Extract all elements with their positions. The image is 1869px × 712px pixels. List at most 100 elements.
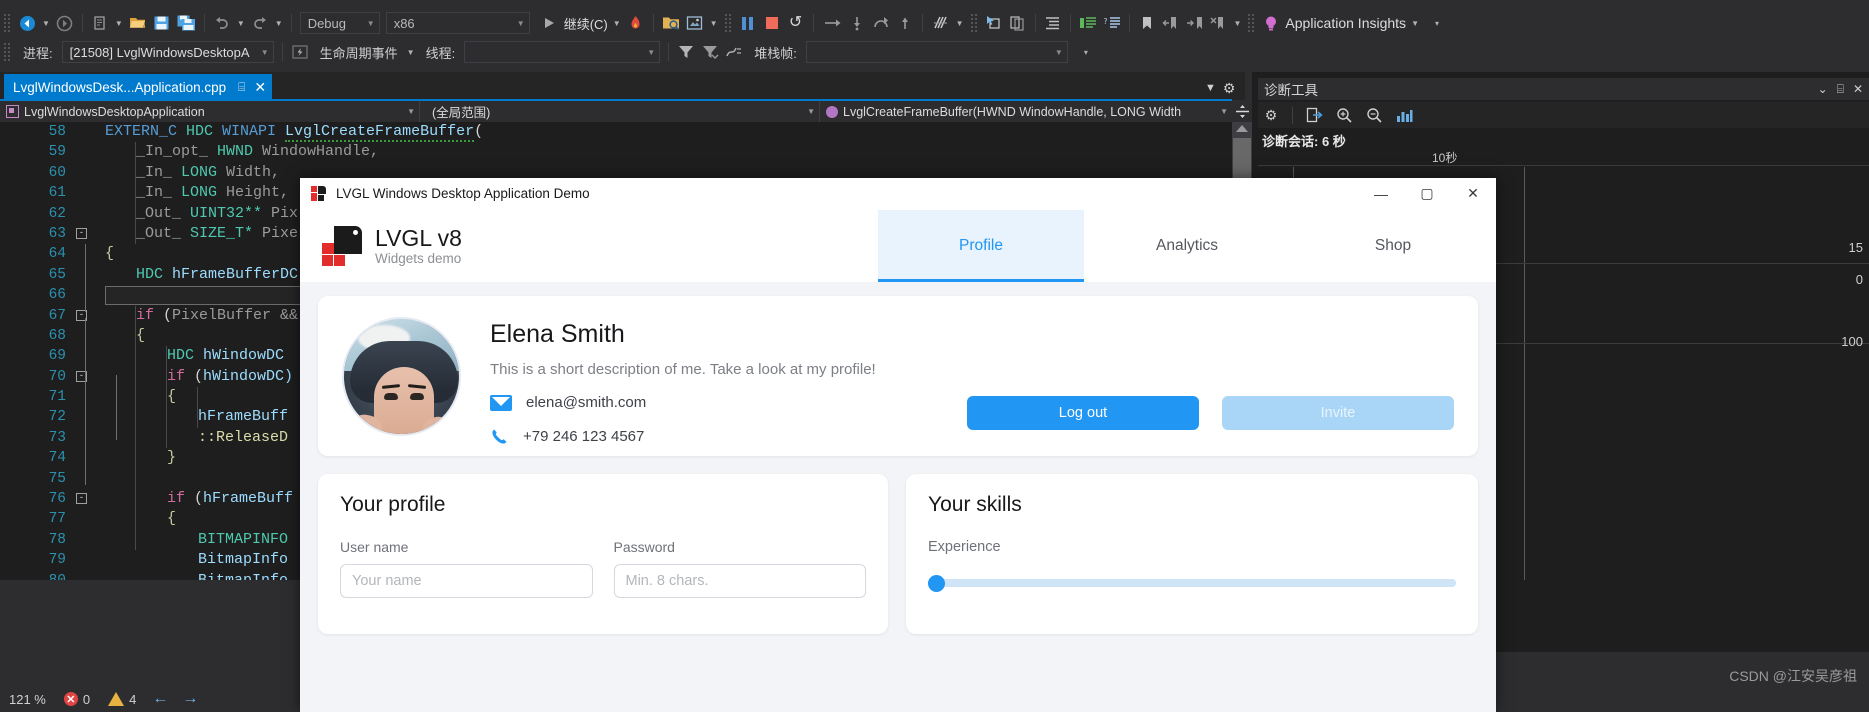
- save-all-icon[interactable]: [175, 12, 198, 34]
- stop-icon[interactable]: [761, 12, 783, 34]
- pin-icon[interactable]: ⌸: [238, 80, 245, 95]
- lifecycle-events-icon[interactable]: [289, 41, 311, 63]
- application-insights-label[interactable]: Application Insights: [1283, 15, 1408, 31]
- export-icon[interactable]: [1301, 104, 1327, 126]
- next-bookmark-icon[interactable]: [1184, 12, 1206, 34]
- chevron-down-icon[interactable]: ▼: [1205, 82, 1216, 94]
- code-line[interactable]: 58 EXTERN_C HDC WINAPI LvglCreateFrameBuf…: [0, 122, 1232, 142]
- toolbar-grip[interactable]: [723, 13, 733, 33]
- invite-button[interactable]: Invite: [1222, 396, 1454, 430]
- insights-dropdown-icon[interactable]: ▼: [1408, 19, 1422, 28]
- toolbar-grip[interactable]: [1247, 13, 1257, 33]
- toolbar-grip[interactable]: [3, 42, 12, 62]
- lifecycle-label[interactable]: 生命周期事件: [312, 43, 404, 62]
- undo-icon[interactable]: [211, 12, 233, 34]
- slider-knob[interactable]: [928, 575, 945, 592]
- redo-dropdown-icon[interactable]: ▼: [272, 19, 286, 28]
- continue-dropdown-icon[interactable]: ▼: [610, 19, 624, 28]
- close-icon[interactable]: ✕: [1853, 82, 1863, 96]
- back-arrow-icon[interactable]: [16, 12, 38, 34]
- scroll-up-icon[interactable]: [1236, 125, 1248, 132]
- clear-bookmark-icon[interactable]: [1208, 12, 1230, 34]
- experience-slider[interactable]: [928, 575, 1456, 592]
- step-over-icon[interactable]: [820, 12, 844, 34]
- pause-icon[interactable]: [737, 12, 759, 34]
- lifecycle-dropdown-icon[interactable]: ▼: [404, 48, 418, 57]
- snapshot-icon[interactable]: [684, 12, 706, 34]
- pin-icon[interactable]: ⌸: [1837, 82, 1844, 97]
- thread-combo[interactable]: ▼: [464, 41, 661, 63]
- redo-icon[interactable]: [249, 12, 271, 34]
- uncomment-icon[interactable]: ?: [1101, 12, 1123, 34]
- intellitrace-icon[interactable]: [929, 12, 952, 34]
- stackframe-combo[interactable]: ▼: [805, 41, 1068, 63]
- tab-analytics[interactable]: Analytics: [1084, 210, 1290, 282]
- gear-icon[interactable]: ⚙: [1223, 80, 1236, 97]
- continue-button-label[interactable]: 继续(C): [562, 14, 610, 33]
- platform-combo[interactable]: x86 ▼: [385, 12, 530, 34]
- minimize-button[interactable]: —: [1358, 178, 1404, 210]
- fold-toggle-icon[interactable]: -: [76, 227, 87, 239]
- continue-run-icon[interactable]: [539, 12, 561, 34]
- breadcrumb-project[interactable]: LvglWindowsDesktopApplication ▼: [0, 101, 420, 122]
- previous-error-icon[interactable]: ←: [145, 690, 175, 708]
- zoom-in-icon[interactable]: [1331, 104, 1357, 126]
- fold-toggle-icon[interactable]: -: [76, 493, 87, 505]
- step-up-icon[interactable]: [894, 12, 916, 34]
- bookmark-dropdown-icon[interactable]: ▼: [1231, 19, 1245, 28]
- toolbar-overflow-icon[interactable]: ▾: [1081, 48, 1091, 57]
- split-editor-icon[interactable]: [1232, 101, 1252, 122]
- process-combo[interactable]: [21508] LvglWindowsDesktopA ▼: [61, 41, 274, 63]
- copy-icon[interactable]: [1007, 12, 1029, 34]
- tab-shop[interactable]: Shop: [1290, 210, 1496, 282]
- undo-dropdown-icon[interactable]: ▼: [234, 19, 248, 28]
- lightbulb-icon[interactable]: [1260, 12, 1282, 34]
- toolbar-grip[interactable]: [969, 13, 979, 33]
- hot-reload-icon[interactable]: [625, 12, 647, 34]
- close-icon[interactable]: ✕: [254, 79, 266, 96]
- panel-menu-icon[interactable]: ⌄: [1818, 82, 1828, 96]
- bookmark-icon[interactable]: [1136, 12, 1158, 34]
- back-dropdown-icon[interactable]: ▼: [39, 19, 53, 28]
- gear-icon[interactable]: ⚙: [1258, 104, 1284, 126]
- forward-arrow-icon[interactable]: [54, 12, 76, 34]
- comment-icon[interactable]: [1077, 12, 1099, 34]
- toolbar-grip[interactable]: [3, 13, 12, 33]
- filter-icon[interactable]: [675, 41, 697, 63]
- open-folder-icon[interactable]: [127, 12, 149, 34]
- indent-icon[interactable]: [1042, 12, 1064, 34]
- breadcrumb-member[interactable]: LvglCreateFrameBuffer(HWND WindowHandle,…: [820, 101, 1232, 122]
- step-out-icon[interactable]: [870, 12, 892, 34]
- toolbar-overflow-icon[interactable]: ▾: [1432, 19, 1442, 28]
- save-icon[interactable]: [151, 12, 173, 34]
- warning-indicator[interactable]: 4: [99, 692, 145, 707]
- password-placeholder: Min. 8 chars.: [625, 573, 709, 589]
- username-input[interactable]: Your name: [340, 564, 593, 598]
- restart-icon[interactable]: ↺: [785, 12, 807, 34]
- attach-to-process-icon[interactable]: [660, 12, 682, 34]
- zoom-level[interactable]: 121 %: [0, 692, 55, 707]
- configuration-combo[interactable]: Debug ▼: [299, 12, 380, 34]
- editor-tab-active[interactable]: LvglWindowsDesk...Application.cpp ⌸ ✕: [4, 74, 273, 100]
- zoom-out-icon[interactable]: [1361, 104, 1387, 126]
- lvgl-demo-window[interactable]: LVGL Windows Desktop Application Demo — …: [300, 178, 1496, 712]
- close-button[interactable]: ✕: [1450, 178, 1496, 210]
- logout-button[interactable]: Log out: [967, 396, 1199, 430]
- error-indicator[interactable]: ✕ 0: [55, 692, 99, 707]
- intellitrace-dropdown-icon[interactable]: ▼: [953, 19, 967, 28]
- breadcrumb-scope[interactable]: (全局范围) ▼: [420, 101, 820, 122]
- chart-icon[interactable]: [1391, 104, 1417, 126]
- select-element-icon[interactable]: [983, 12, 1005, 34]
- new-item-dropdown-icon[interactable]: ▼: [112, 19, 126, 28]
- maximize-button[interactable]: ▢: [1404, 178, 1450, 210]
- snapshot-dropdown-icon[interactable]: ▼: [707, 19, 721, 28]
- password-input[interactable]: Min. 8 chars.: [613, 564, 866, 598]
- code-line[interactable]: 59 _In_opt_ HWND WindowHandle,: [0, 142, 1232, 162]
- previous-bookmark-icon[interactable]: [1160, 12, 1182, 34]
- next-error-icon[interactable]: →: [175, 690, 205, 708]
- new-item-icon[interactable]: [89, 12, 111, 34]
- step-into-icon[interactable]: [846, 12, 868, 34]
- tab-profile[interactable]: Profile: [878, 210, 1084, 282]
- thread-marker-icon[interactable]: [723, 41, 745, 63]
- flag-icon[interactable]: [699, 41, 721, 63]
